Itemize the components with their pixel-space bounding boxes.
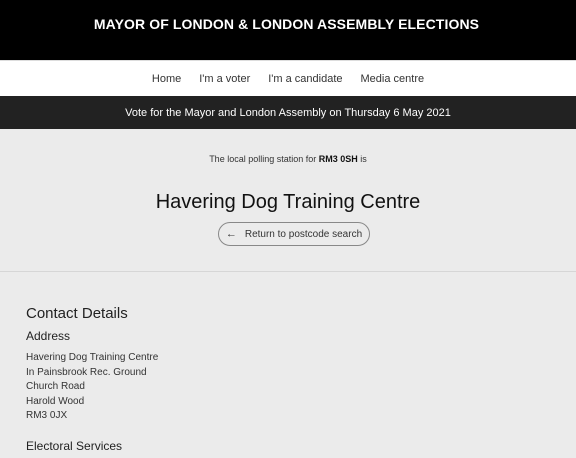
nav-home[interactable]: Home — [152, 73, 181, 85]
address-heading: Address — [26, 329, 71, 343]
contact-details: Contact Details Address Havering Dog Tra… — [26, 305, 556, 453]
address-line: Harold Wood — [26, 395, 85, 407]
banner-text: Vote for the Mayor and London Assembly o… — [125, 106, 451, 119]
intro-suffix: is — [360, 154, 367, 164]
postcode: RM3 0SH — [318, 154, 358, 164]
contact-title: Contact Details — [26, 305, 128, 322]
nav-voter[interactable]: I'm a voter — [199, 73, 250, 85]
address-line: In Painsbrook Rec. Ground — [26, 366, 147, 378]
return-to-search-button[interactable]: ← Return to postcode search — [218, 222, 370, 246]
intro-prefix: The local polling station for — [209, 154, 317, 164]
site-title[interactable]: MAYOR OF LONDON & LONDON ASSEMBLY ELECTI… — [94, 16, 479, 32]
result-intro: The local polling station for RM3 0SH is — [0, 154, 576, 164]
address-block: Havering Dog Training Centre In Painsbro… — [26, 351, 556, 424]
polling-station-result: The local polling station for RM3 0SH is… — [0, 129, 576, 272]
address-line: RM3 0JX — [26, 410, 68, 422]
address-line: Havering Dog Training Centre — [26, 352, 159, 363]
nav-candidate[interactable]: I'm a candidate — [268, 73, 342, 85]
polling-station-name: Havering Dog Training Centre — [155, 191, 421, 214]
arrow-left-icon: ← — [225, 228, 237, 240]
site-header: MAYOR OF LONDON & LONDON ASSEMBLY ELECTI… — [0, 0, 576, 60]
electoral-services-heading: Electoral Services — [26, 438, 123, 453]
address-line: Church Road — [26, 381, 85, 393]
election-date-banner: Vote for the Mayor and London Assembly o… — [0, 96, 576, 129]
main-nav: Home I'm a voter I'm a candidate Media c… — [0, 60, 576, 96]
return-label: Return to postcode search — [244, 228, 363, 240]
nav-media-centre[interactable]: Media centre — [361, 73, 425, 85]
